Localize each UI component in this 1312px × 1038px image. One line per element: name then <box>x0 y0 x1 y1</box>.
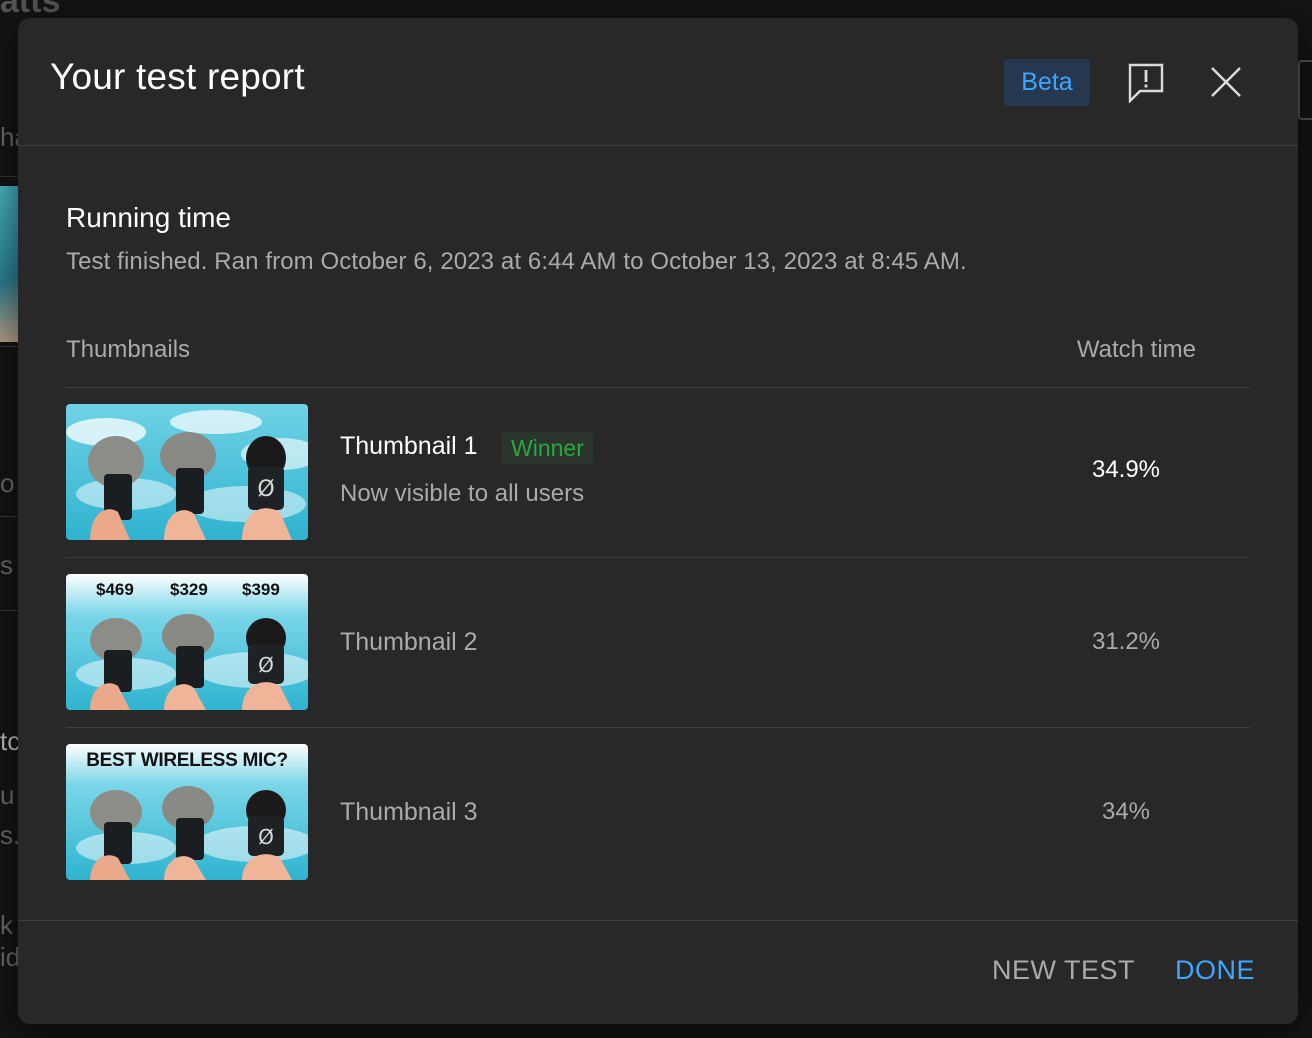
backdrop-divider <box>0 346 18 347</box>
table-row: Ø BEST WIRELESS MIC? Thumbnail 3 34% <box>66 728 1250 898</box>
backdrop-text: s <box>0 550 13 580</box>
thumbnail-image-1: Ø <box>66 404 308 540</box>
dialog-header: Your test report Beta <box>18 18 1298 146</box>
thumbnail-headline: BEST WIRELESS MIC? <box>86 750 288 771</box>
table-header: Thumbnails Watch time <box>66 318 1250 388</box>
column-header-watch-time: Watch time <box>1076 336 1196 363</box>
backdrop-thumbnail <box>0 186 18 342</box>
table-row: Ø $469 $329 $399 Thumbnail 2 31.2% <box>66 558 1250 728</box>
thumbnail-price: $469 <box>96 580 134 599</box>
svg-text:Ø: Ø <box>258 653 274 677</box>
thumbnail-image-3: Ø BEST WIRELESS MIC? <box>66 744 308 880</box>
backdrop-text: u <box>0 780 15 810</box>
backdrop-divider <box>0 176 18 177</box>
feedback-button[interactable] <box>1118 54 1174 110</box>
running-time-title: Running time <box>66 202 231 233</box>
dialog-title: Your test report <box>50 56 305 97</box>
watch-time-value: 34% <box>1101 798 1151 825</box>
svg-text:Ø: Ø <box>257 477 274 502</box>
column-header-thumbnails: Thumbnails <box>66 336 191 363</box>
thumbnail-name: Thumbnail 2 <box>340 628 478 656</box>
test-report-dialog: Your test report Beta Running time Test … <box>18 18 1298 1024</box>
backdrop-text: o <box>0 468 15 498</box>
new-test-button[interactable]: NEW TEST <box>992 955 1135 986</box>
beta-badge: Beta <box>1004 59 1090 106</box>
backdrop-icon <box>1298 60 1312 120</box>
thumbnail-price: $329 <box>170 580 208 599</box>
thumbnail-name: Thumbnail 1 <box>340 432 478 460</box>
close-icon <box>1211 67 1241 97</box>
close-button[interactable] <box>1198 54 1254 110</box>
running-time-detail: Test finished. Ran from October 6, 2023 … <box>66 248 967 275</box>
backdrop-divider <box>0 610 18 611</box>
thumbnail-name: Thumbnail 3 <box>340 798 478 826</box>
thumbnail-image-2: Ø $469 $329 $399 <box>66 574 308 710</box>
dialog-footer: NEW TEST DONE <box>18 920 1298 1024</box>
thumbnail-price: $399 <box>242 580 280 599</box>
table-row: Ø Thumbnail 1 Winner Now visible to all … <box>66 388 1250 558</box>
backdrop-text: k <box>0 910 13 940</box>
winner-badge: Winner <box>502 432 593 464</box>
backdrop-divider <box>0 516 18 517</box>
done-button[interactable]: DONE <box>1175 955 1255 986</box>
svg-text:Ø: Ø <box>258 825 274 849</box>
feedback-icon <box>1128 63 1164 103</box>
watch-time-value: 31.2% <box>1091 628 1161 655</box>
watch-time-value: 34.9% <box>1091 456 1161 483</box>
visibility-note: Now visible to all users <box>340 480 585 507</box>
